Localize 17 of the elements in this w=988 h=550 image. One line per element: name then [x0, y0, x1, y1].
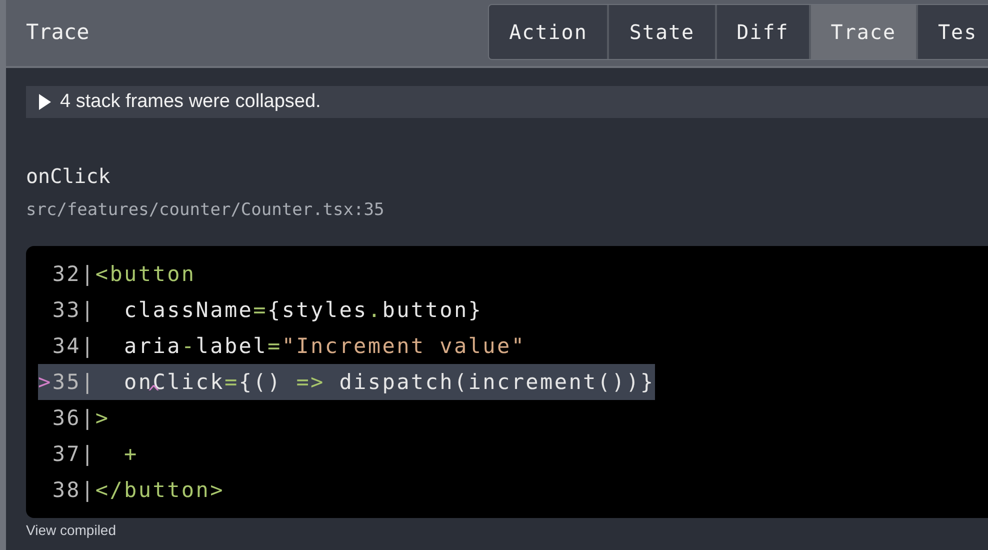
- view-compiled-link[interactable]: View compiled: [26, 522, 988, 538]
- tab[interactable]: Action: [489, 5, 610, 59]
- tab[interactable]: Diff: [716, 5, 811, 59]
- code-line: 33| className={styles.button}: [51, 297, 483, 324]
- code-line: 38|</button>: [51, 477, 224, 504]
- code-line: 34| aria-label="Increment value": [51, 333, 526, 360]
- tab[interactable]: Tes: [918, 5, 988, 59]
- collapsed-frames-toggle[interactable]: 4 stack frames were collapsed.: [26, 86, 988, 118]
- file-location: src/features/counter/Counter.tsx:35: [26, 200, 386, 220]
- triangle-icon: [38, 93, 52, 111]
- code-line: 37| +: [51, 441, 138, 468]
- tab[interactable]: Trace: [810, 5, 918, 59]
- tab[interactable]: State: [609, 5, 717, 59]
- panel-title: Trace: [26, 20, 90, 44]
- code-line: 32|<button: [51, 261, 196, 288]
- code-line: 36|>: [51, 405, 110, 432]
- function-name: onClick: [26, 164, 112, 188]
